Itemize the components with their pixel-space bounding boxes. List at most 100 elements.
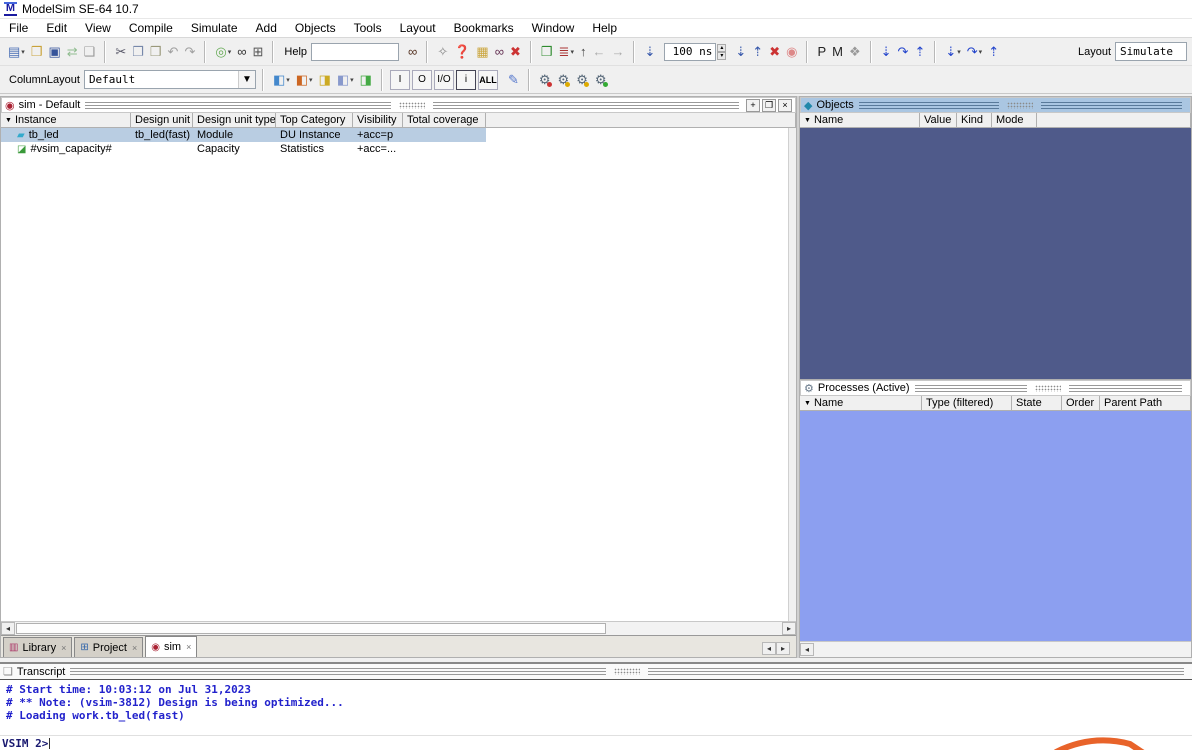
column-header-name[interactable]: ▼ Name <box>800 113 920 127</box>
filter-arrow-icon[interactable]: ▼ <box>804 400 811 407</box>
menu-file[interactable]: File <box>0 19 37 37</box>
titlebar-grip[interactable] <box>648 668 1184 675</box>
processes-active-icon[interactable]: ⚙ <box>592 69 611 91</box>
close-icon[interactable]: × <box>61 643 66 653</box>
search-log-icon[interactable]: ∞ <box>492 41 507 63</box>
stop-icon[interactable]: ◉ <box>783 41 800 63</box>
titlebar-grip[interactable] <box>858 101 1000 109</box>
run-icon[interactable]: ⇣ <box>641 41 658 63</box>
sim-vertical-scrollbar[interactable] <box>788 128 796 621</box>
tab-scroll-right-icon[interactable]: ▸ <box>776 642 790 655</box>
menu-compile[interactable]: Compile <box>120 19 182 37</box>
vsim-prompt[interactable]: VSIM 2> <box>0 735 1192 750</box>
titlebar-grip-dots[interactable] <box>614 668 641 675</box>
titlebar-grip[interactable] <box>1041 101 1183 109</box>
add-tab-button[interactable]: + <box>746 98 761 112</box>
redo-icon[interactable]: ↷ <box>181 41 198 63</box>
column-header-parent-path[interactable]: Parent Path <box>1100 396 1191 410</box>
menu-objects[interactable]: Objects <box>286 19 345 37</box>
transcript-titlebar[interactable]: ❏ Transcript <box>0 664 1192 680</box>
spinner-down-icon[interactable]: ▾ <box>717 51 727 60</box>
column-header-design-unit-type[interactable]: Design unit type <box>193 113 276 127</box>
filter-inout-button[interactable]: I/O <box>433 69 454 90</box>
column-header-value[interactable]: Value <box>920 113 957 127</box>
undock-button[interactable]: ❐ <box>762 98 777 112</box>
scroll-right-icon[interactable]: ▸ <box>782 622 796 635</box>
menu-layout[interactable]: Layout <box>391 19 445 37</box>
paste-icon[interactable]: ❒ <box>147 41 165 63</box>
cut-icon[interactable]: ✂ <box>112 41 129 63</box>
close-icon[interactable]: × <box>132 643 137 653</box>
filter-arrow-icon[interactable]: ▼ <box>5 117 12 124</box>
add-to-schematic-icon[interactable]: ◨ <box>357 69 375 91</box>
column-header-state[interactable]: State <box>1012 396 1062 410</box>
find-icon[interactable]: ∞ <box>234 41 249 63</box>
titlebar-grip[interactable] <box>70 668 607 675</box>
tab-project[interactable]: ⊞ Project × <box>74 637 144 657</box>
scroll-left-icon[interactable]: ◂ <box>1 622 15 635</box>
env-forward-icon[interactable]: → <box>608 41 627 63</box>
step-over-icon[interactable]: ↷ <box>895 41 912 63</box>
filter-in-button[interactable]: I <box>389 69 410 90</box>
step-into-icon[interactable]: ⇣ <box>878 41 895 63</box>
save-icon[interactable]: ▣ <box>45 41 63 63</box>
menu-bookmarks[interactable]: Bookmarks <box>445 19 523 37</box>
sim-panel-titlebar[interactable]: ◉ sim - Default + ❐ × <box>1 97 796 113</box>
tab-scroll-left-icon[interactable]: ◂ <box>762 642 776 655</box>
menu-simulate[interactable]: Simulate <box>182 19 247 37</box>
column-header-kind[interactable]: Kind <box>957 113 992 127</box>
menu-view[interactable]: View <box>76 19 120 37</box>
filter-edit-icon[interactable]: ✎ <box>505 69 522 91</box>
menu-tools[interactable]: Tools <box>345 19 391 37</box>
add-to-dataflow-icon[interactable]: ◧ ▾ <box>334 69 357 91</box>
undo-icon[interactable]: ↶ <box>165 41 182 63</box>
column-header-order[interactable]: Order <box>1062 396 1100 410</box>
chevron-down-icon[interactable]: ▼ <box>238 71 255 88</box>
processes-hier-icon[interactable]: ⚙ <box>573 69 592 91</box>
menu-edit[interactable]: Edit <box>37 19 76 37</box>
continue-run-icon[interactable]: ⇡ <box>749 41 766 63</box>
column-header-type-filtered[interactable]: Type (filtered) <box>922 396 1012 410</box>
close-button[interactable]: × <box>778 98 793 112</box>
column-header-instance[interactable]: ▼ Instance <box>1 113 131 127</box>
filter-arrow-icon[interactable]: ▼ <box>804 117 811 124</box>
objects-panel-titlebar[interactable]: ◆ Objects <box>800 97 1191 113</box>
columnlayout-select[interactable]: Default ▼ <box>83 70 256 89</box>
menu-add[interactable]: Add <box>247 19 286 37</box>
filter-internal-button[interactable]: i <box>455 69 476 90</box>
filter-out-button[interactable]: O <box>411 69 432 90</box>
print-icon[interactable]: ❑ <box>81 41 99 63</box>
run-all-icon[interactable]: ⇣ <box>732 41 749 63</box>
expand-env-icon[interactable]: ⊞ <box>250 41 267 63</box>
add-to-wave-icon[interactable]: ◧ ▾ <box>270 69 293 91</box>
restart-icon[interactable]: ❒ <box>538 41 556 63</box>
copy-icon[interactable]: ❐ <box>129 41 147 63</box>
delete-icon[interactable]: ✖ <box>507 41 524 63</box>
scroll-left-icon[interactable]: ◂ <box>800 643 814 656</box>
trace-icon[interactable]: ✧ <box>434 41 451 63</box>
menu-help[interactable]: Help <box>583 19 626 37</box>
step-out-icon[interactable]: ⇡ <box>911 41 928 63</box>
table-row[interactable]: ◪ #vsim_capacity# Capacity Statistics +a… <box>1 142 486 156</box>
new-document-icon[interactable]: ▤ ▾ <box>5 41 28 63</box>
add-to-log-icon[interactable]: ◨ <box>316 69 334 91</box>
examine-icon[interactable]: ❓ <box>451 41 473 63</box>
scrollbar-thumb[interactable] <box>16 623 606 634</box>
step-over-current-icon[interactable]: ↷ ▾ <box>964 41 985 63</box>
processes-horizontal-scrollbar[interactable]: ◂ <box>800 641 1191 657</box>
run-length-input[interactable] <box>664 42 717 61</box>
sim-horizontal-scrollbar[interactable]: ◂ ▸ <box>1 621 796 635</box>
show-ids-icon[interactable]: ▦ <box>473 41 491 63</box>
processes-region-icon[interactable]: ⚙ <box>555 69 574 91</box>
env-back-icon[interactable]: ← <box>589 41 608 63</box>
compile-options-icon[interactable]: ◎ ▾ <box>212 41 234 63</box>
column-header-name[interactable]: ▼ Name <box>800 396 922 410</box>
column-header-visibility[interactable]: Visibility <box>353 113 403 127</box>
close-icon[interactable]: × <box>186 642 191 652</box>
titlebar-grip[interactable] <box>433 101 740 109</box>
step-out-current-icon[interactable]: ⇡ <box>985 41 1002 63</box>
tab-sim[interactable]: ◉ sim × <box>145 636 198 657</box>
pan-hand-icon[interactable]: ❖ <box>846 41 864 63</box>
memory-profile-icon[interactable]: M <box>829 41 846 63</box>
search-help-icon[interactable]: ∞ <box>405 41 420 63</box>
